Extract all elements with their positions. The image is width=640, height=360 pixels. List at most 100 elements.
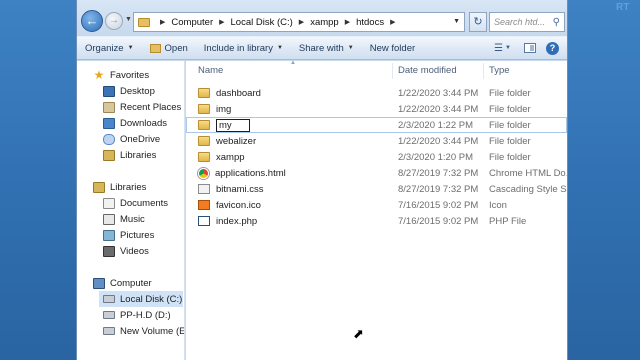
chevron-right-icon[interactable]: ▶ <box>219 18 224 26</box>
preview-pane-icon[interactable] <box>524 43 536 53</box>
nav-desktop[interactable]: Desktop <box>103 83 155 99</box>
chevron-down-icon: ▼ <box>127 45 134 51</box>
file-name-cell: webalizer <box>198 136 256 147</box>
history-dropdown-icon[interactable]: ▼ <box>125 16 132 23</box>
file-name-cell: applications.html <box>198 167 286 179</box>
videos-icon <box>103 245 115 257</box>
file-date: 7/16/2015 9:02 PM <box>398 199 479 211</box>
desktop-background-left <box>0 0 76 360</box>
column-date-modified[interactable]: Date modified <box>398 65 457 76</box>
file-name: favicon.ico <box>216 199 261 211</box>
new-folder-button[interactable]: New folder <box>362 43 423 54</box>
nav-documents[interactable]: Documents <box>103 195 168 211</box>
file-row-applications-html[interactable]: applications.html 8/27/2019 7:32 PM Chro… <box>186 165 567 181</box>
open-button[interactable]: Open <box>142 43 196 54</box>
file-name: index.php <box>216 215 258 227</box>
column-type[interactable]: Type <box>489 65 510 76</box>
nav-libraries[interactable]: Libraries <box>93 179 146 195</box>
address-dropdown-icon[interactable]: ▼ <box>453 18 460 25</box>
open-folder-icon <box>149 43 161 53</box>
share-with-button[interactable]: Share with ▼ <box>291 43 362 54</box>
help-icon[interactable]: ? <box>546 41 559 55</box>
nav-new-volume[interactable]: New Volume (E:) <box>103 323 184 339</box>
folder-icon <box>198 88 210 98</box>
file-name-cell: favicon.ico <box>198 200 261 211</box>
chevron-right-icon[interactable]: ▶ <box>299 18 304 26</box>
forward-button[interactable]: → <box>105 12 123 30</box>
share-label: Share with <box>298 42 344 54</box>
nav-favorites-libraries[interactable]: Libraries <box>103 147 156 163</box>
ico-file-icon <box>198 200 210 210</box>
back-button[interactable]: ← <box>81 10 103 32</box>
chrome-html-icon <box>198 167 209 179</box>
address-bar[interactable]: ▶ Computer ▶ Local Disk (C:) ▶ xampp ▶ h… <box>133 12 465 32</box>
chevron-right-icon[interactable]: ▶ <box>390 18 395 26</box>
column-name[interactable]: Name <box>198 65 223 76</box>
nav-favorites[interactable]: ★ Favorites <box>93 67 149 83</box>
nav-label: Favorites <box>110 69 150 81</box>
column-header: Name ▲ Date modified Type <box>186 60 567 81</box>
file-row-index-php[interactable]: index.php 7/16/2015 9:02 PM PHP File <box>186 213 567 229</box>
file-row-dashboard[interactable]: dashboard 1/22/2020 3:44 PM File folder <box>186 85 567 101</box>
nav-recent-places[interactable]: Recent Places <box>103 99 181 115</box>
file-row-xampp[interactable]: xampp 2/3/2020 1:20 PM File folder <box>186 149 567 165</box>
breadcrumb-xampp[interactable]: xampp <box>310 17 339 28</box>
file-name-cell: img <box>198 104 231 115</box>
include-in-library-button[interactable]: Include in library ▼ <box>196 43 291 54</box>
file-type: Icon <box>489 199 507 211</box>
nav-pp-hd[interactable]: PP-H.D (D:) <box>103 307 171 323</box>
file-type: File folder <box>489 119 531 131</box>
file-list: Name ▲ Date modified Type dashboard 1/22… <box>186 60 567 360</box>
navigation-pane: ★ Favorites Desktop Recent Places Downlo… <box>77 61 185 360</box>
search-input[interactable]: Search htd... ⚲ <box>489 12 565 32</box>
organize-button[interactable]: Organize ▼ <box>77 43 142 54</box>
file-type: PHP File <box>489 215 527 227</box>
file-name: xampp <box>216 151 245 163</box>
file-name: applications.html <box>215 167 286 179</box>
breadcrumb-htdocs[interactable]: htdocs <box>356 17 384 28</box>
nav-label: Libraries <box>120 149 157 161</box>
nav-videos[interactable]: Videos <box>103 243 149 259</box>
column-divider[interactable] <box>392 63 393 79</box>
file-row-img[interactable]: img 1/22/2020 3:44 PM File folder <box>186 101 567 117</box>
breadcrumb-computer[interactable]: Computer <box>171 17 213 28</box>
open-label: Open <box>164 42 188 54</box>
views-icon[interactable]: ☰ ▼ <box>494 43 514 54</box>
file-date: 8/27/2019 7:32 PM <box>398 167 479 179</box>
file-name-cell: bitnami.css <box>198 184 264 195</box>
nav-label: PP-H.D (D:) <box>120 309 171 321</box>
file-row-webalizer[interactable]: webalizer 1/22/2020 3:44 PM File folder <box>186 133 567 149</box>
file-row-bitnami-css[interactable]: bitnami.css 8/27/2019 7:32 PM Cascading … <box>186 181 567 197</box>
hard-disk-icon <box>103 295 115 303</box>
file-name: webalizer <box>216 135 257 147</box>
nav-label: Desktop <box>120 85 155 97</box>
file-type: File folder <box>489 103 531 115</box>
onedrive-icon <box>103 133 115 145</box>
refresh-button[interactable]: ↻ <box>469 12 487 32</box>
column-divider[interactable] <box>483 63 484 79</box>
file-date: 8/27/2019 7:32 PM <box>398 183 479 195</box>
chevron-right-icon[interactable]: ▶ <box>345 18 350 26</box>
nav-pictures[interactable]: Pictures <box>103 227 154 243</box>
documents-icon <box>103 197 115 209</box>
file-row-my-renaming[interactable]: my 2/3/2020 1:22 PM File folder <box>186 117 567 133</box>
library-icon <box>93 181 105 193</box>
search-icon[interactable]: ⚲ <box>553 17 560 28</box>
downloads-icon <box>103 117 115 129</box>
nav-music[interactable]: Music <box>103 211 145 227</box>
nav-downloads[interactable]: Downloads <box>103 115 167 131</box>
nav-local-disk[interactable]: Local Disk (C:) <box>99 291 183 307</box>
nav-onedrive[interactable]: OneDrive <box>103 131 160 147</box>
file-row-favicon-ico[interactable]: favicon.ico 7/16/2015 9:02 PM Icon <box>186 197 567 213</box>
breadcrumb-local-disk[interactable]: Local Disk (C:) <box>231 17 293 28</box>
file-name-cell: my <box>198 118 250 132</box>
file-date: 1/22/2020 3:44 PM <box>398 135 479 147</box>
folder-icon <box>198 152 210 162</box>
file-type: Cascading Style S... <box>489 183 567 195</box>
hard-disk-icon <box>103 311 115 319</box>
chevron-right-icon[interactable]: ▶ <box>160 18 165 26</box>
rename-input[interactable]: my <box>216 118 250 132</box>
nav-computer[interactable]: Computer <box>93 275 152 291</box>
desktop-background-right: RT <box>568 0 640 360</box>
file-date: 2/3/2020 1:20 PM <box>398 151 473 163</box>
